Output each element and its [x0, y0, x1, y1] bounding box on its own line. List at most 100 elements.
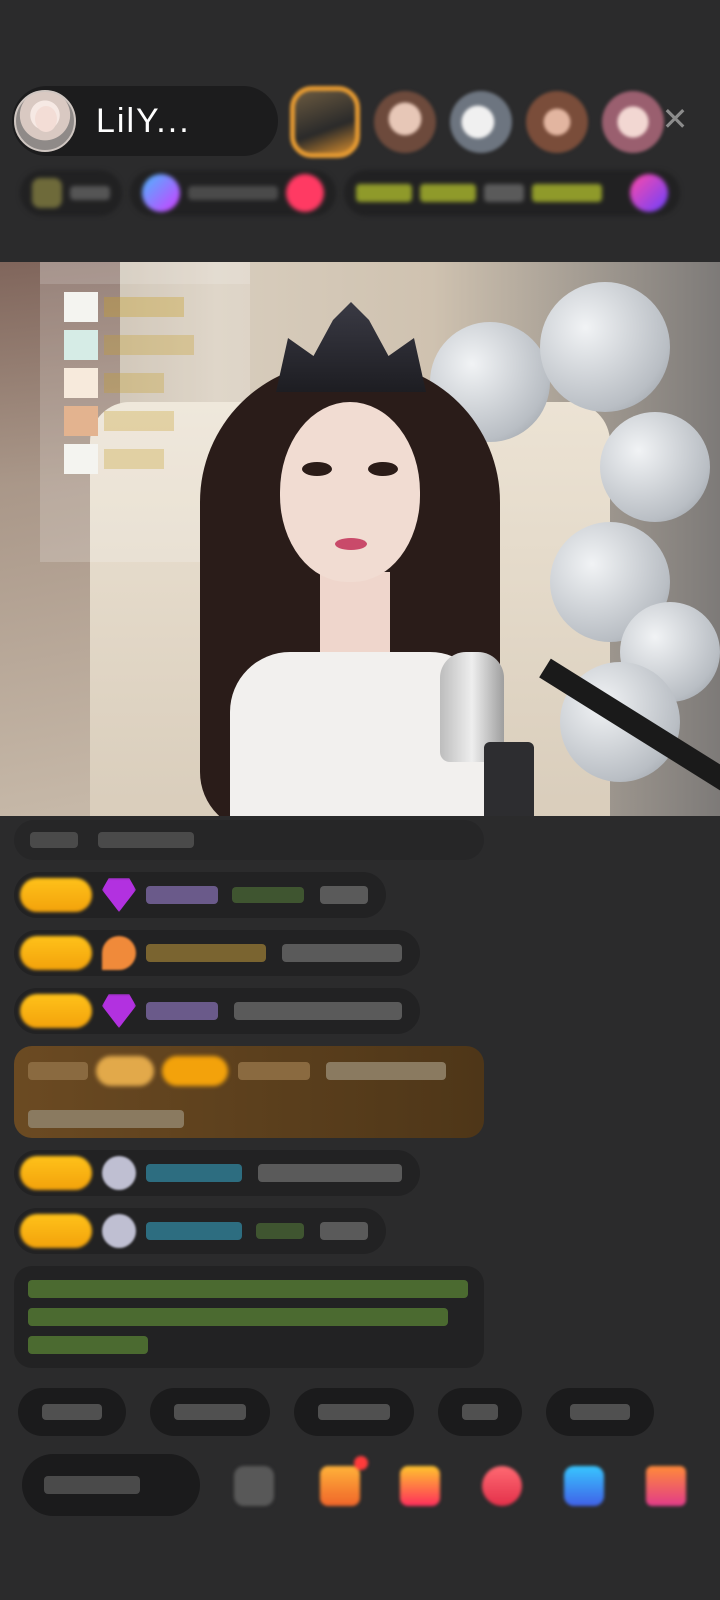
fan-badge-icon [102, 1156, 136, 1190]
streamer-neck [320, 572, 390, 662]
chat-message[interactable] [14, 1150, 420, 1196]
host-name: LilY... [96, 101, 191, 140]
rank-icon [32, 178, 62, 208]
blurred-text [44, 1476, 140, 1494]
viewer-avatar[interactable] [450, 91, 512, 153]
streamer-eye [302, 462, 332, 476]
activity-banner[interactable] [344, 170, 680, 216]
overlay-text [104, 297, 184, 317]
microphone-body [484, 742, 534, 816]
level-badge [20, 994, 92, 1028]
overlay-thumb [64, 292, 98, 322]
banner-text-blurred [420, 184, 476, 202]
overlay-thumb [64, 406, 98, 436]
highlighted-chat-message[interactable] [14, 1046, 484, 1138]
badge-chip [96, 1056, 154, 1086]
host-info-pill[interactable]: LilY... [12, 86, 278, 156]
streamer-face [280, 402, 420, 582]
quick-reply-chip[interactable] [150, 1388, 270, 1436]
blurred-text [234, 1002, 402, 1020]
medal-icon [102, 936, 136, 970]
blurred-username [146, 1222, 242, 1240]
blurred-text [30, 832, 78, 848]
room-notice [14, 1266, 484, 1368]
rank-badge[interactable] [20, 170, 122, 216]
heart-icon [286, 174, 324, 212]
balloon-decoration [600, 412, 710, 522]
chat-message[interactable] [14, 988, 420, 1034]
blurred-text [28, 1110, 184, 1128]
chat-message[interactable] [14, 930, 420, 976]
blurred-text [98, 832, 194, 848]
vip-gem-icon [102, 878, 136, 912]
streamer-eye [368, 462, 398, 476]
level-badge [20, 1214, 92, 1248]
gift-icon[interactable] [320, 1456, 368, 1506]
shop-icon[interactable] [400, 1466, 440, 1506]
viewer-avatar[interactable] [290, 86, 360, 158]
crown-accessory [276, 302, 426, 392]
blurred-username [146, 944, 266, 962]
blurred-text [326, 1062, 446, 1080]
blurred-text [462, 1404, 498, 1420]
quick-reply-chip[interactable] [294, 1388, 414, 1436]
more-icon[interactable] [234, 1466, 274, 1506]
rank-text-blurred [188, 186, 278, 200]
viewer-avatar[interactable] [602, 91, 664, 153]
banner-text-blurred [532, 184, 602, 202]
blurred-username [146, 1164, 242, 1182]
blurred-username [146, 886, 218, 904]
overlay-text [104, 411, 174, 431]
lucky-bag-icon[interactable] [482, 1466, 522, 1506]
ranking-badge-row [20, 170, 688, 216]
blurred-text [258, 1164, 402, 1182]
banner-text-blurred [484, 184, 524, 202]
blurred-text [570, 1404, 630, 1420]
blurred-text [232, 887, 304, 903]
blurred-text [320, 886, 368, 904]
system-message [14, 820, 484, 860]
star-icon [142, 174, 180, 212]
vip-gem-icon [102, 994, 136, 1028]
quick-reply-chip[interactable] [546, 1388, 654, 1436]
host-avatar[interactable] [14, 90, 76, 152]
banner-text-blurred [356, 184, 412, 202]
quick-reply-chip[interactable] [18, 1388, 126, 1436]
rank-text-blurred [70, 186, 110, 200]
blurred-text [256, 1223, 304, 1239]
top-viewers-list [290, 86, 678, 158]
level-badge [162, 1056, 228, 1086]
level-badge [20, 936, 92, 970]
viewer-avatar[interactable] [526, 91, 588, 153]
bottom-toolbar [22, 1454, 712, 1518]
chat-list[interactable] [14, 820, 484, 1368]
live-video-stream[interactable] [0, 262, 720, 816]
fan-badge-icon [102, 1214, 136, 1248]
event-icon [630, 174, 668, 212]
quick-reply-chip[interactable] [438, 1388, 522, 1436]
blurred-text [320, 1222, 368, 1240]
blurred-text [28, 1308, 448, 1326]
blurred-text [42, 1404, 102, 1420]
streamer-lips [335, 538, 367, 550]
blurred-text [282, 944, 402, 962]
overlay-thumb [64, 368, 98, 398]
quick-reply-bar [18, 1388, 678, 1436]
hourly-rank-badge[interactable] [130, 170, 336, 216]
close-icon[interactable]: ✕ [660, 103, 690, 135]
gift-box-icon[interactable] [646, 1466, 686, 1506]
balloon-decoration [540, 282, 670, 412]
chat-input[interactable] [22, 1454, 200, 1516]
overlay-thumb [64, 330, 98, 360]
chat-message[interactable] [14, 872, 386, 918]
overlay-text [104, 335, 194, 355]
notification-dot [354, 1456, 368, 1470]
viewer-avatar[interactable] [374, 91, 436, 153]
level-badge [20, 878, 92, 912]
overlay-text [104, 373, 164, 393]
blurred-text [28, 1062, 88, 1080]
chat-message[interactable] [14, 1208, 386, 1254]
chevron-right-icon [614, 186, 624, 200]
game-icon[interactable] [564, 1466, 604, 1506]
blurred-text [318, 1404, 390, 1420]
